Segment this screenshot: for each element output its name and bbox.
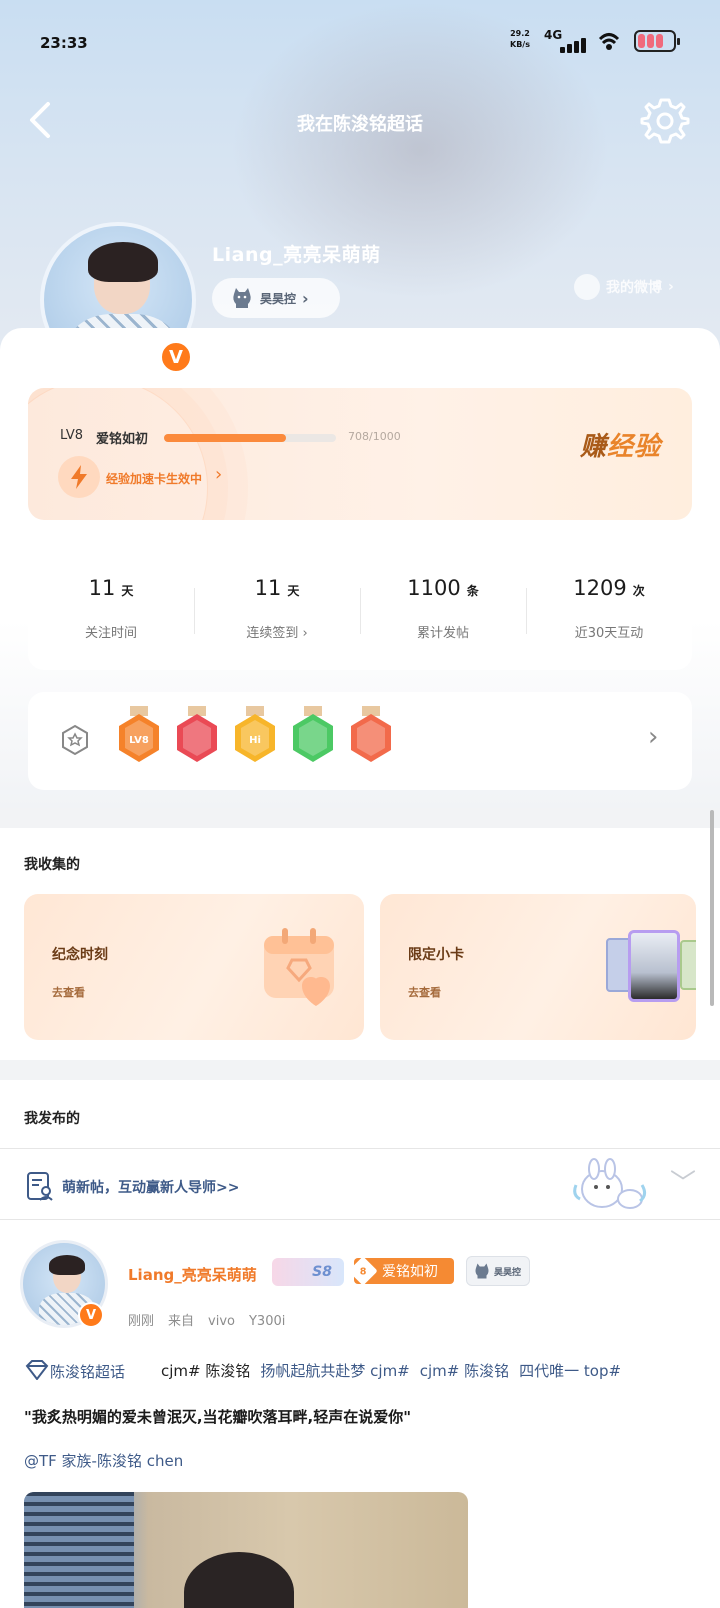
cat-icon bbox=[475, 1263, 489, 1279]
topic-tag[interactable]: cjm# 陈浚铭 bbox=[161, 1360, 250, 1382]
stats-panel: 11 天 关注时间 11 天 连续签到 › 1100 条 累计发帖 1209 次 近30… bbox=[28, 540, 692, 670]
chevron-right-icon: › bbox=[648, 722, 659, 752]
medal-outline-icon bbox=[62, 724, 88, 756]
chevron-right-icon: › bbox=[302, 626, 308, 641]
profile-username: Liang_亮亮呆萌萌 bbox=[212, 244, 381, 266]
wifi-icon bbox=[598, 33, 620, 50]
photo-card-icon bbox=[628, 930, 680, 1002]
status-bar: 23:33 29.2 KB/s 4G bbox=[0, 0, 720, 80]
hand-medal-icon[interactable] bbox=[290, 706, 336, 768]
level-progress-text: 708/1000 bbox=[348, 430, 401, 443]
settings-gear-icon[interactable] bbox=[640, 96, 690, 146]
topic-tag[interactable]: 扬帆起航共赴梦 cjm# bbox=[260, 1360, 409, 1382]
boost-card-status[interactable]: 经验加速卡生效中 bbox=[106, 470, 202, 487]
verified-v-badge: V bbox=[159, 340, 193, 374]
post-topics: 陈浚铭超话 cjm# 陈浚铭 扬帆起航共赴梦 cjm# cjm# 陈浚铭 四代唯… bbox=[24, 1360, 621, 1382]
chevron-right-icon: › bbox=[215, 464, 223, 485]
topic-tag[interactable]: cjm# 陈浚铭 bbox=[420, 1360, 509, 1382]
hi-medal-icon[interactable]: Hi bbox=[232, 706, 278, 768]
post-image[interactable] bbox=[24, 1492, 468, 1608]
newbie-text: 萌新帖，互动赢新人导师>> bbox=[62, 1180, 240, 1196]
s8-badge[interactable]: S8 bbox=[272, 1258, 344, 1286]
calendar-heart-icon bbox=[264, 928, 334, 1006]
document-icon bbox=[27, 1172, 53, 1201]
post-text: "我炙热明媚的爱未曾泯灭,当花瓣吹落耳畔,轻声在说爱你" bbox=[24, 1408, 412, 1426]
status-time: 23:33 bbox=[40, 34, 88, 52]
level-number: LV8 bbox=[60, 428, 83, 443]
my-weibo-label: 我的微博 bbox=[606, 280, 662, 296]
level-name: 爱铭如初 bbox=[96, 432, 149, 447]
fan-badge[interactable]: 昊昊控 bbox=[466, 1256, 530, 1286]
chevron-right-icon: › bbox=[302, 288, 309, 308]
topic-tag[interactable]: 四代唯一 top# bbox=[519, 1360, 621, 1382]
post-mention[interactable]: @TF 家族-陈浚铭 chen bbox=[24, 1450, 183, 1471]
fan-badge-label: 昊昊控 bbox=[260, 291, 297, 306]
level-badge[interactable]: 8 爱铭如初 bbox=[348, 1256, 454, 1286]
stat-total-posts: 1100 条 累计发帖 bbox=[360, 540, 526, 670]
earn-exp-button[interactable]: 赚经验 bbox=[580, 426, 661, 463]
collection-card-moments[interactable]: 纪念时刻 去查看 bbox=[24, 894, 364, 1040]
cat-icon bbox=[233, 288, 251, 308]
verified-v-badge: V bbox=[78, 1302, 104, 1328]
supertopic-chip[interactable]: 陈浚铭超话 bbox=[24, 1360, 125, 1382]
svg-text:Hi: Hi bbox=[249, 735, 261, 746]
my-weibo-link[interactable]: 我的微博 › bbox=[574, 274, 674, 300]
person-icon bbox=[574, 274, 600, 300]
trophy-medal-icon[interactable] bbox=[174, 706, 220, 768]
page-title: 我在陈浚铭超话 bbox=[297, 114, 423, 135]
stat-interactions: 1209 次 近30天互动 bbox=[526, 540, 692, 670]
collections-title: 我收集的 bbox=[24, 857, 80, 873]
post-author-name[interactable]: Liang_亮亮呆萌萌 bbox=[128, 1264, 257, 1285]
svg-text:LV8: LV8 bbox=[129, 735, 149, 746]
network-speed-value: 29.2 bbox=[510, 29, 530, 38]
newbie-banner[interactable]: 萌新帖，互动赢新人导师>> ﹀ bbox=[0, 1148, 720, 1220]
level-card[interactable]: LV8 爱铭如初 708/1000 经验加速卡生效中 › 赚经验 bbox=[28, 388, 692, 520]
post-meta: 刚刚 来自 vivo Y300i bbox=[128, 1314, 286, 1329]
scrollbar[interactable] bbox=[710, 810, 714, 1006]
section-divider bbox=[0, 1060, 720, 1080]
medals-row[interactable]: › LV8 Hi bbox=[28, 692, 692, 790]
section-divider bbox=[0, 808, 720, 828]
bunny-mascot-icon bbox=[573, 1158, 647, 1209]
fan-badge-pill[interactable]: 昊昊控 › bbox=[212, 278, 340, 318]
network-speed: 29.2 KB/s bbox=[510, 28, 530, 50]
chevron-down-icon[interactable]: ﹀ bbox=[670, 1163, 696, 1200]
battery-icon bbox=[634, 30, 680, 52]
signal-icon bbox=[560, 38, 586, 53]
lightning-icon bbox=[58, 456, 100, 498]
badge-medal-icon[interactable] bbox=[348, 706, 394, 768]
posted-title: 我发布的 bbox=[24, 1111, 80, 1127]
stat-follow-days: 11 天 关注时间 bbox=[84, 576, 137, 641]
network-speed-unit: KB/s bbox=[510, 40, 530, 49]
chevron-right-icon: › bbox=[668, 279, 674, 295]
collection-card-limited[interactable]: 限定小卡 去查看 bbox=[380, 894, 696, 1040]
level-progress-bar bbox=[164, 434, 336, 442]
diamond-icon bbox=[25, 1360, 49, 1380]
lv8-medal-icon[interactable]: LV8 bbox=[116, 706, 162, 768]
stat-checkin-days[interactable]: 11 天 连续签到 › bbox=[194, 540, 360, 670]
